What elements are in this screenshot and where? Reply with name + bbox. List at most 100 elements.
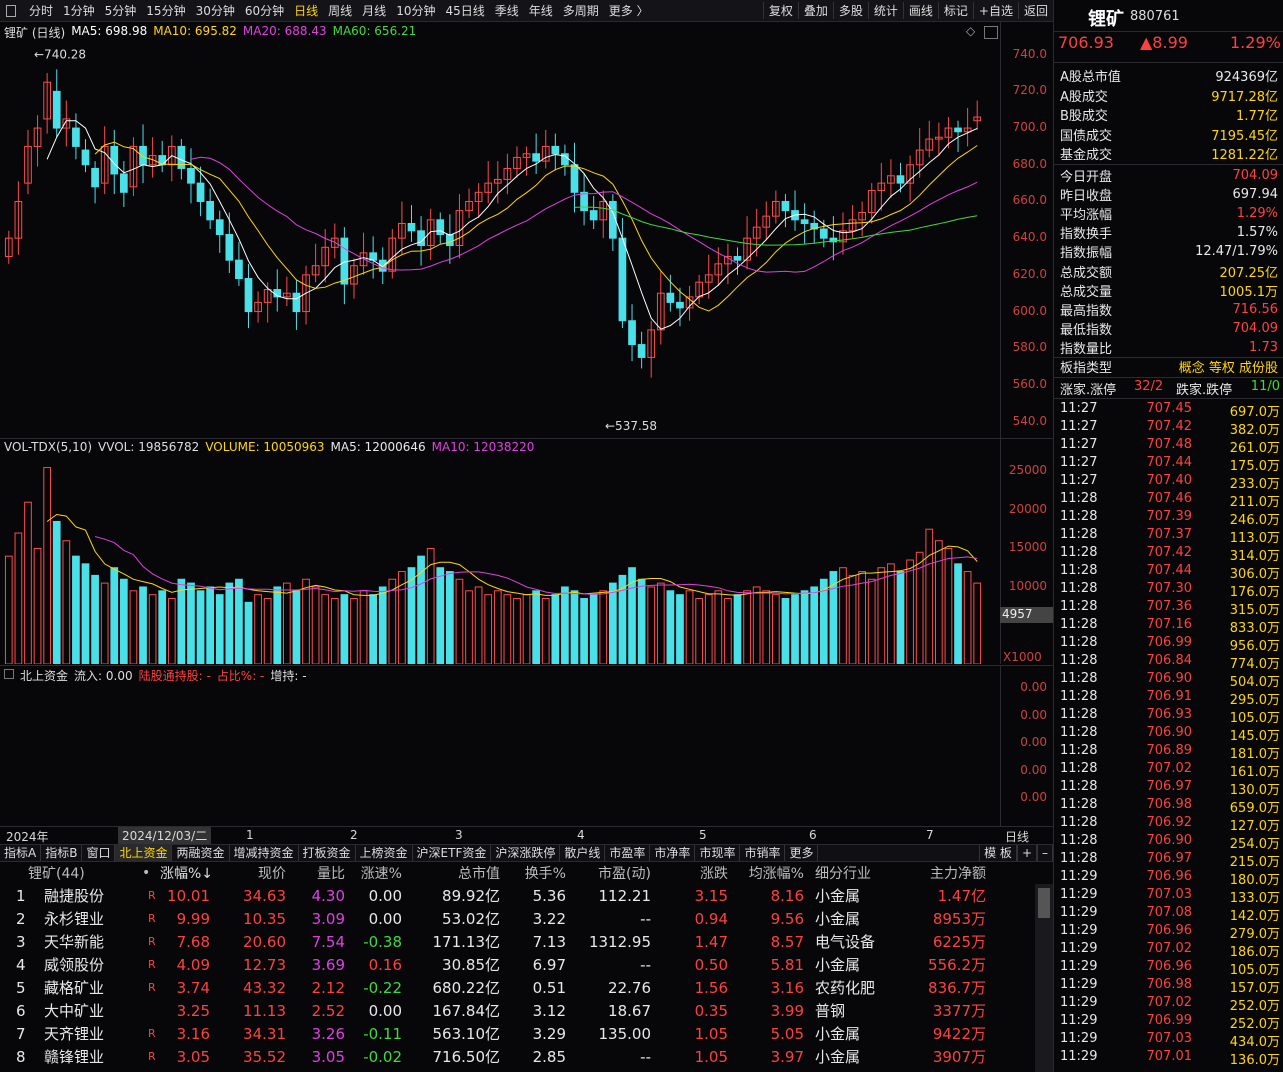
indicator-tab[interactable]: 市净率 <box>650 845 696 861</box>
column-header[interactable]: • <box>142 865 150 881</box>
tick-row: 11:28 706.92 127.0万 <box>1060 815 1280 834</box>
indicator-tab[interactable]: 散户线 <box>560 845 606 861</box>
toolbar-button[interactable]: 多股 <box>832 2 868 19</box>
candle-body <box>52 90 61 129</box>
toolbar-button[interactable]: 叠加 <box>797 2 833 19</box>
toolbar-button[interactable]: 统计 <box>867 2 903 19</box>
layout-icon[interactable] <box>6 4 16 17</box>
period-button[interactable]: 日线 <box>1005 828 1029 845</box>
tick-row: 11:27 707.48 261.0万 <box>1060 437 1280 456</box>
indicator-tab[interactable]: 两融资金 <box>172 845 230 861</box>
tick-price: 707.44 <box>1146 455 1193 470</box>
column-header[interactable]: 涨幅%↓ <box>160 863 213 883</box>
column-header[interactable]: 涨速% <box>361 863 402 883</box>
indicator-tab[interactable]: 北上资金 <box>115 845 173 861</box>
column-header[interactable]: 主力净额 <box>930 863 986 883</box>
toolbar-button[interactable]: 画线 <box>902 2 938 19</box>
table-row[interactable]: 4 威领股份 R 4.09 12.73 3.69 0.16 30.85亿 6.97 -- 0.50 5… <box>0 953 1035 976</box>
period-tab[interactable]: 更多 〉 <box>604 2 654 19</box>
column-header[interactable]: 市盈(动) <box>598 863 651 883</box>
table-row[interactable]: 7 天齐锂业 R 3.16 34.31 3.26 -0.11 563.10亿 3.29 135.0… <box>0 1022 1035 1045</box>
diamond-icon[interactable]: ◇ <box>966 24 975 38</box>
period-tab[interactable]: 季线 <box>490 2 524 19</box>
volume-chart[interactable] <box>0 456 1000 664</box>
kline-legend: 锂矿 (日线) MA5: 698.98 MA10: 695.82 MA20: 688… <box>4 24 416 41</box>
period-tab[interactable]: 45日线 <box>440 2 489 19</box>
period-tab[interactable]: 5分钟 <box>100 2 142 19</box>
period-tab[interactable]: 15分钟 <box>141 2 190 19</box>
table-row[interactable]: 3 天华新能 R 7.68 20.60 7.54 -0.38 171.13亿 7.13 1312.… <box>0 930 1035 953</box>
column-header[interactable]: 均涨幅% <box>749 863 804 883</box>
period-tab[interactable]: 10分钟 <box>391 2 440 19</box>
y-tick: 0.00 <box>1020 790 1047 804</box>
period-tab[interactable]: 月线 <box>357 2 391 19</box>
tick-row: 11:28 707.30 176.0万 <box>1060 581 1280 600</box>
column-header[interactable]: 锂矿(44) <box>28 863 85 883</box>
template-button[interactable]: 模 板 <box>979 845 1017 861</box>
candle-body <box>292 292 301 313</box>
period-tab[interactable]: 1分钟 <box>58 2 100 19</box>
table-row[interactable]: 6 大中矿业 3.25 11.13 2.52 0.00 167.84亿 3.12 18.67 0.… <box>0 999 1035 1022</box>
indicator-tab[interactable]: 沪深ETF资金 <box>413 845 492 861</box>
period-tab[interactable]: 60分钟 <box>240 2 289 19</box>
indicator-tab[interactable]: 打板资金 <box>299 845 356 861</box>
tick-time: 11:28 <box>1060 491 1098 506</box>
quote-value: 1005.1万 <box>1219 284 1279 300</box>
column-header[interactable]: 量比 <box>317 863 345 883</box>
margin-flag: R <box>148 1050 156 1063</box>
table-row[interactable]: 8 赣锋锂业 R 3.05 35.52 3.05 -0.02 716.50亿 2.85 -- 1.0… <box>0 1045 1035 1068</box>
indicator-tab[interactable]: 上榜资金 <box>356 845 413 861</box>
column-header[interactable]: 现价 <box>258 863 286 883</box>
y-tick: 600.0 <box>1012 303 1047 318</box>
pe-ratio: 135.00 <box>598 1024 652 1043</box>
board-type-value[interactable]: 概念 等权 成份股 <box>1179 357 1278 376</box>
indicator-tab[interactable]: 指标B <box>41 845 83 861</box>
x-month: 3 <box>455 828 463 842</box>
table-row[interactable]: 5 藏格矿业 R 3.74 43.32 2.12 -0.22 680.22亿 0.51 22.76… <box>0 976 1035 999</box>
indicator-tab[interactable]: 市盈率 <box>605 845 651 861</box>
period-tab[interactable]: 多周期 <box>558 2 604 19</box>
table-scrollbar[interactable] <box>1035 884 1053 1072</box>
tick-row: 11:27 707.44 175.0万 <box>1060 455 1280 474</box>
ma-line <box>46 120 978 330</box>
indicator-tab[interactable]: 指标A <box>0 845 42 861</box>
x-month: 1 <box>246 828 254 842</box>
template-button[interactable]: – <box>1037 845 1053 861</box>
stat-value: 924369亿 <box>1215 70 1278 85</box>
period-tab[interactable]: 周线 <box>323 2 357 19</box>
period-tab[interactable]: 分时 <box>24 2 58 19</box>
pane-toggle[interactable] <box>984 26 998 39</box>
table-row[interactable]: 2 永杉锂业 R 9.99 10.35 3.09 0.00 53.02亿 3.22 -- 0.94 9… <box>0 907 1035 930</box>
period-tab[interactable]: 30分钟 <box>191 2 240 19</box>
template-button[interactable]: + <box>1016 845 1037 861</box>
toolbar-button[interactable]: 标记 <box>937 2 973 19</box>
indicator-tab[interactable]: 市现率 <box>695 845 741 861</box>
x-cursor-date: 2024/12/03/二 <box>118 827 212 844</box>
industry: 农药化肥 <box>815 979 876 997</box>
period-tab[interactable]: 年线 <box>524 2 558 19</box>
candle-body <box>407 222 416 232</box>
indicator-tab[interactable]: 窗口 <box>82 845 116 861</box>
toolbar-button[interactable]: 返回 <box>1017 2 1053 19</box>
industry: 小金属 <box>815 887 861 905</box>
toolbar-button[interactable]: +自选 <box>972 2 1018 19</box>
toolbar-button[interactable]: 复权 <box>762 2 798 19</box>
tick-price: 707.36 <box>1146 599 1193 614</box>
column-header[interactable]: 细分行业 <box>815 863 871 883</box>
column-header[interactable]: 换手% <box>525 863 566 883</box>
candle-body <box>244 278 253 313</box>
indicator-tab[interactable]: 沪深涨跌停 <box>491 845 561 861</box>
tick-time: 11:29 <box>1060 923 1098 938</box>
kline-chart[interactable]: ←740.28 ←537.58 <box>0 40 1000 440</box>
column-header[interactable]: 总市值 <box>458 863 500 883</box>
volume-bar <box>148 594 157 664</box>
indicator-tab[interactable]: 增减持资金 <box>230 845 299 861</box>
indicator-tab[interactable]: 更多 <box>785 845 819 861</box>
column-header[interactable]: 涨跌 <box>700 863 728 883</box>
volume-bar <box>14 532 23 664</box>
indicator-tab[interactable]: 市销率 <box>740 845 786 861</box>
pane-close-icon[interactable] <box>4 669 14 679</box>
pe-ratio: 112.21 <box>598 886 652 905</box>
table-row[interactable]: 1 融捷股份 R 10.01 34.63 4.30 0.00 89.92亿 5.36 112.21… <box>0 884 1035 907</box>
period-tab[interactable]: 日线 <box>289 2 323 19</box>
